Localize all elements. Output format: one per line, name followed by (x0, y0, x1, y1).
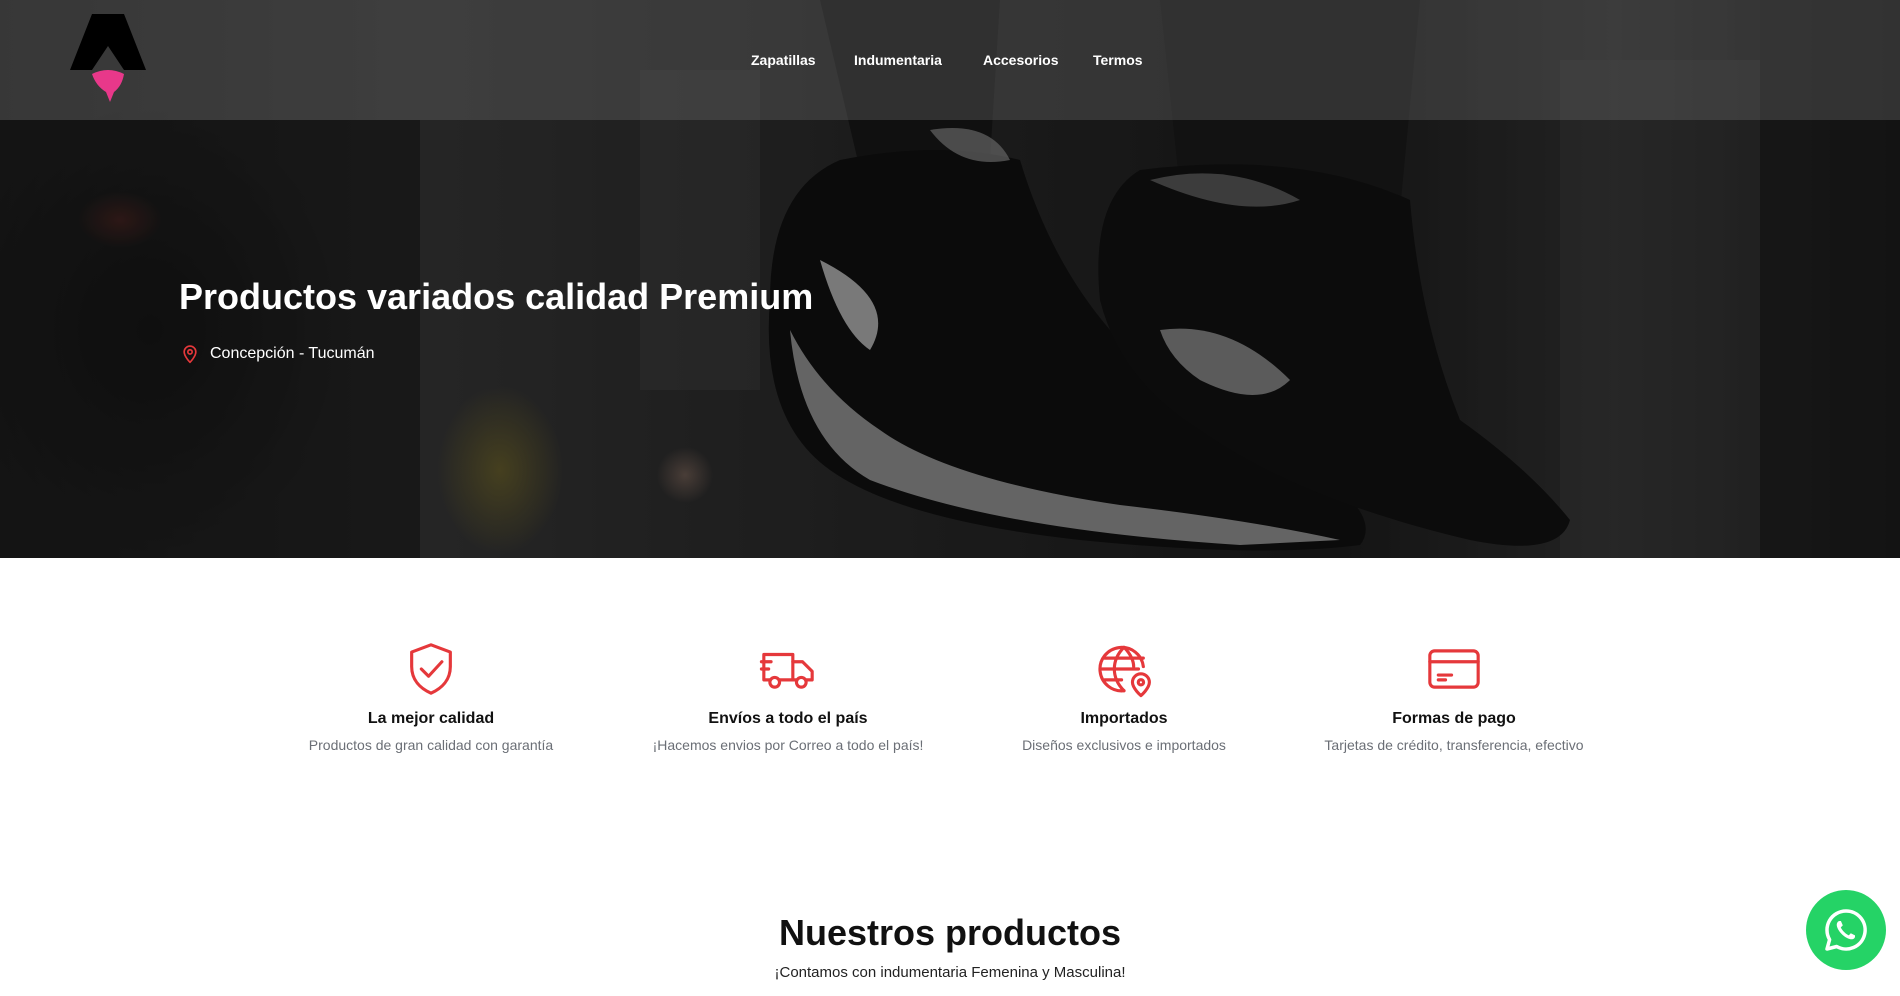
feature-title: Importados (1080, 710, 1168, 727)
feature-title: Formas de pago (1392, 710, 1516, 727)
truck-icon (759, 652, 814, 689)
whatsapp-button[interactable] (1806, 890, 1886, 970)
nav-item-indumentaria[interactable]: Indumentaria (854, 52, 942, 68)
header-bar (0, 0, 1900, 120)
nav-item-accesorios[interactable]: Accesorios (983, 52, 1058, 68)
feature-quality: La mejor calidad Productos de gran calid… (271, 640, 591, 753)
globe-pin-icon (1098, 645, 1151, 698)
products-title: Nuestros productos (778, 912, 1122, 953)
products-subtitle: ¡Contamos con indumentaria Femenina y Ma… (774, 964, 1126, 981)
feature-payment: Formas de pago Tarjetas de crédito, tran… (1294, 640, 1614, 753)
feature-description: Diseños exclusivos e importados (1022, 737, 1226, 753)
map-pin-icon (183, 345, 197, 364)
credit-card-icon (1428, 649, 1480, 689)
hero-location: Concepción - Tucumán (180, 342, 375, 366)
whatsapp-icon (1825, 909, 1867, 951)
feature-imported: Importados Diseños exclusivos e importad… (964, 640, 1284, 753)
feature-title: Envíos a todo el país (708, 710, 868, 727)
hero-title: Productos variados calidad Premium (179, 276, 814, 317)
feature-title: La mejor calidad (367, 710, 495, 727)
brand-logo[interactable] (70, 14, 146, 106)
feature-description: ¡Hacemos envios por Correo a todo el paí… (652, 737, 924, 753)
nav-item-zapatillas[interactable]: Zapatillas (751, 52, 816, 68)
location-text: Concepción - Tucumán (210, 345, 375, 362)
shield-check-icon (410, 643, 452, 695)
feature-description: Tarjetas de crédito, transferencia, efec… (1324, 737, 1584, 753)
feature-description: Productos de gran calidad con garantía (308, 737, 554, 753)
nav-item-termos[interactable]: Termos (1093, 52, 1143, 68)
feature-shipping: Envíos a todo el país ¡Hacemos envios po… (628, 640, 948, 753)
hero-banner: Zapatillas Indumentaria Accesorios Termo… (0, 0, 1900, 558)
